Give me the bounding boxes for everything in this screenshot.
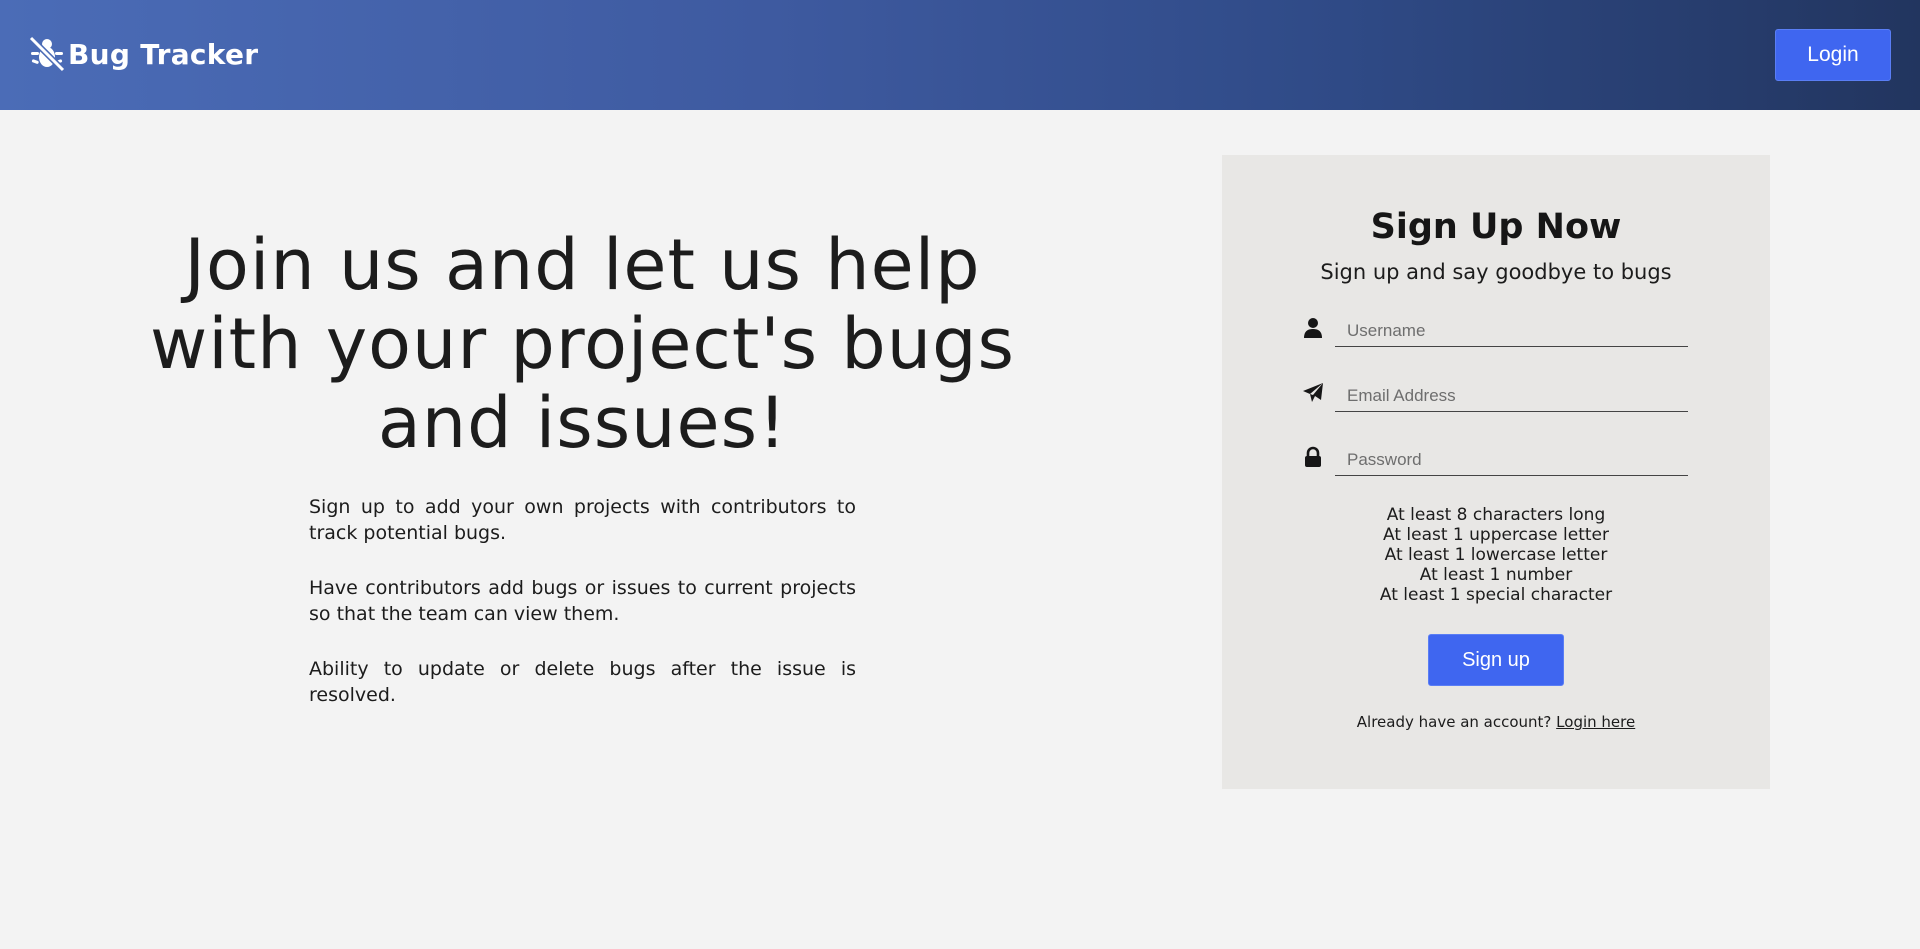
email-field: [1302, 380, 1697, 414]
login-prompt-text: Already have an account?: [1356, 713, 1552, 731]
feature-item: Have contributors add bugs or issues to …: [309, 577, 856, 625]
login-button[interactable]: Login: [1775, 29, 1891, 81]
brand-name: Bug Tracker: [68, 37, 259, 71]
password-field: [1302, 444, 1697, 478]
email-input[interactable]: [1335, 380, 1688, 412]
hero-title: Join us and let us help with your projec…: [149, 224, 1016, 464]
username-input[interactable]: [1335, 315, 1688, 347]
paper-plane-icon: [1303, 383, 1323, 402]
signup-subtitle: Sign up and say goodbye to bugs: [1320, 260, 1672, 284]
password-rules: At least 8 characters long At least 1 up…: [1222, 505, 1770, 605]
password-rule: At least 1 number: [1419, 565, 1573, 585]
user-icon: [1304, 318, 1322, 338]
password-rule: At least 1 uppercase letter: [1382, 525, 1610, 545]
password-rule: At least 1 lowercase letter: [1384, 545, 1608, 565]
top-navbar: Bug Tracker Login: [0, 0, 1920, 110]
password-rule: At least 1 special character: [1379, 585, 1613, 605]
signup-card: Sign Up Now Sign up and say goodbye to b…: [1222, 155, 1770, 789]
feature-list: Sign up to add your own projects with co…: [309, 494, 856, 737]
signup-button[interactable]: Sign up: [1428, 634, 1564, 686]
login-prompt: Already have an account? Login here: [1222, 713, 1770, 731]
login-here-link[interactable]: Login here: [1556, 713, 1635, 731]
feature-item: Sign up to add your own projects with co…: [309, 496, 856, 544]
password-rule: At least 8 characters long: [1386, 505, 1606, 525]
username-field: [1302, 315, 1697, 349]
password-input[interactable]: [1335, 444, 1688, 476]
feature-item: Ability to update or delete bugs after t…: [309, 658, 856, 706]
bug-slash-icon: [28, 36, 66, 72]
brand[interactable]: Bug Tracker: [28, 36, 258, 72]
lock-icon: [1305, 446, 1321, 467]
signup-title: Sign Up Now: [1370, 207, 1622, 247]
